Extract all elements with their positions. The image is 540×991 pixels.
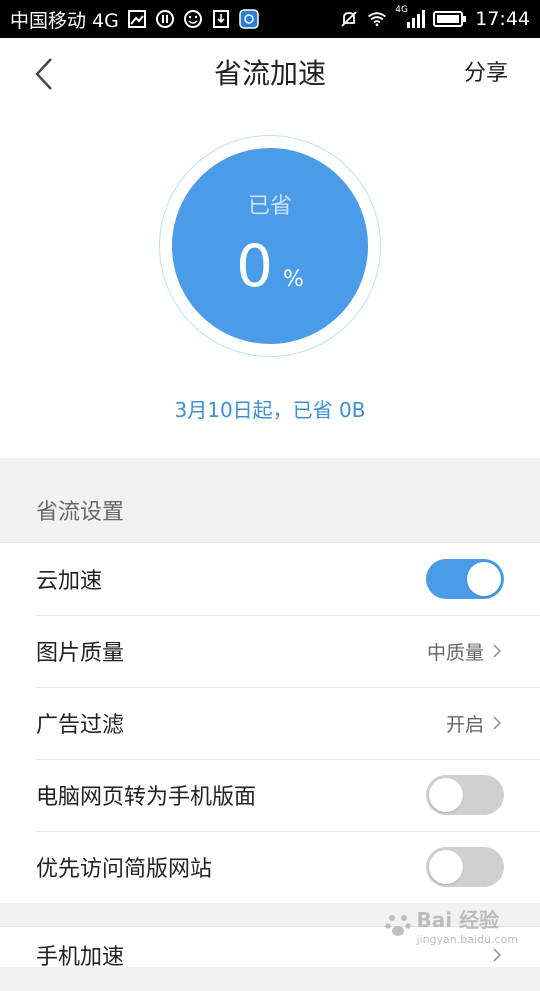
status-bar-right: 4G 17:44 [339,5,530,30]
app-header: 省流加速 分享 [0,38,540,110]
savings-summary: 已省 0% 3月10日起，已省 0B [0,110,540,458]
setting-row-image-quality[interactable]: 图片质量 中质量 [0,615,540,687]
savings-circle: 已省 0% [172,148,368,344]
emoji-notification-icon [183,9,203,29]
back-button[interactable] [26,56,62,92]
network-type-label: 4G [395,5,408,15]
settings-section-title: 省流设置 [36,500,125,525]
mute-icon [339,9,359,29]
carrier-label: 中国移动 4G [10,9,119,32]
battery-icon [433,9,467,29]
setting-label: 手机加速 [36,945,125,970]
mobile-layout-toggle[interactable] [426,775,504,815]
status-bar-left: 中国移动 4G [10,6,259,33]
setting-label: 优先访问简版网站 [36,857,213,882]
saved-percent-sign: % [283,267,304,292]
setting-label: 广告过滤 [36,713,125,738]
baidu-jingyan-watermark: Bai 经验 jingyan.baidu.com [384,904,518,946]
paw-icon [385,915,412,936]
lite-sites-toggle[interactable] [426,847,504,887]
cloud-acceleration-toggle[interactable] [426,559,504,599]
toggle-knob [429,850,463,884]
status-bar: 中国移动 4G 4G 17:44 [0,0,540,38]
cellular-signal-icon: 4G [395,5,426,29]
message-notification-icon [239,9,259,29]
gallery-notification-icon [127,9,147,29]
chevron-left-icon [35,58,52,90]
setting-value: 开启 [445,713,484,736]
setting-row-lite-sites[interactable]: 优先访问简版网站 [0,831,540,903]
clock: 17:44 [475,8,530,30]
saved-percent: 0% [172,232,368,300]
page-title: 省流加速 [213,57,326,90]
setting-row-ad-filter[interactable]: 广告过滤 开启 [0,687,540,759]
download-notification-icon [211,9,231,29]
app-notification-icon [155,9,175,29]
ad-filter-value[interactable]: 开启 [446,710,504,737]
setting-value: 中质量 [426,641,484,664]
saved-label: 已省 [247,194,292,219]
chevron-right-icon [490,945,504,965]
wifi-icon [367,9,387,29]
chevron-right-icon [490,713,504,733]
share-button[interactable]: 分享 [464,38,508,110]
image-quality-value[interactable]: 中质量 [427,638,504,665]
settings-list: 云加速 图片质量 中质量 广告过滤 开启 电脑网页转为手机版面 优先访问简版网站 [0,542,540,903]
watermark-text: Bai 经验 jingyan.baidu.com [416,904,518,946]
toggle-knob [429,778,463,812]
setting-row-cloud-acceleration[interactable]: 云加速 [0,543,540,615]
setting-label: 电脑网页转为手机版面 [36,785,257,810]
chevron-right-icon [490,641,504,661]
setting-label: 云加速 [36,569,103,594]
saved-since-text: 3月10日起，已省 0B [174,398,366,422]
watermark-brand: Bai 经验 [416,908,500,932]
setting-label: 图片质量 [36,641,125,666]
watermark-url: jingyan.baidu.com [416,933,518,946]
saved-percent-value: 0 [236,232,273,300]
toggle-knob [467,562,501,596]
setting-row-mobile-layout[interactable]: 电脑网页转为手机版面 [0,759,540,831]
